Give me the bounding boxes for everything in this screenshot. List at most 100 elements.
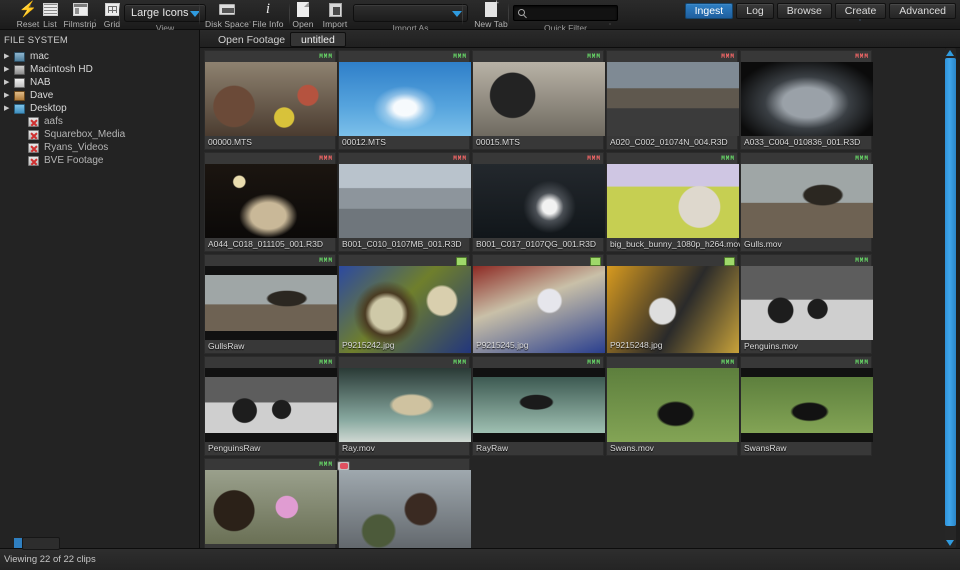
scroll-down-arrow-icon[interactable] xyxy=(946,540,954,546)
clip-preview-image xyxy=(607,164,739,238)
clip-thumbnail[interactable]: MMMSwansRaw xyxy=(740,356,872,456)
format-badge-icon: MMM xyxy=(319,359,333,366)
clip-thumbnail[interactable]: MMMSwans.mov xyxy=(606,356,738,456)
clip-thumbnail[interactable]: MMMPenguins.mov xyxy=(740,254,872,354)
clip-filename: A020_C002_01074N_004.R3D xyxy=(610,137,728,147)
open-document-icon xyxy=(297,1,309,18)
toolbar-button-disk-space[interactable]: Disk Space xyxy=(203,1,251,29)
chevron-down-icon xyxy=(452,11,462,17)
clip-thumbnail[interactable]: P9215245.jpg xyxy=(472,254,604,354)
clip-thumbnail[interactable]: MMM xyxy=(204,458,336,548)
toolbar-button-new-tab[interactable]: New Tab xyxy=(470,1,512,29)
clip-thumbnail[interactable] xyxy=(338,458,470,548)
import-icon xyxy=(329,1,342,18)
format-badge-icon xyxy=(456,257,467,266)
sidebar-item-desktop[interactable]: ▶ Desktop xyxy=(0,102,199,115)
clip-thumbnail[interactable]: MMM RayRaw xyxy=(472,356,604,456)
sidebar-item-nab[interactable]: ▶NAB xyxy=(0,76,199,89)
sidebar-item-label: aafs xyxy=(44,116,63,127)
sidebar-item-mac[interactable]: ▶ mac xyxy=(0,50,199,63)
disclosure-triangle-icon[interactable]: ▶ xyxy=(4,78,14,88)
clip-preview-image xyxy=(205,164,337,238)
clip-thumbnail[interactable]: MMMGullsRaw xyxy=(204,254,336,354)
mode-button-ingest[interactable]: Ingest xyxy=(685,3,734,19)
scrollbar-thumb[interactable] xyxy=(945,58,956,526)
clip-preview-image xyxy=(741,368,873,442)
clip-thumbnail[interactable]: MMM00015.MTS xyxy=(472,50,604,150)
format-badge-icon: MMM xyxy=(453,155,467,162)
sidebar-item-dave[interactable]: ▶Dave xyxy=(0,89,199,102)
clip-thumbnail[interactable]: MMM B001_C010_0107MB_001.R3D xyxy=(338,152,470,252)
status-clip-count: Viewing 22 of 22 clips xyxy=(0,554,96,565)
file-info-icon: i xyxy=(266,1,270,18)
clip-thumbnail[interactable]: MMMA033_C004_010836_001.R3D xyxy=(740,50,872,150)
clip-filename: Swans.mov xyxy=(610,443,654,453)
drive-icon xyxy=(14,78,25,88)
clip-filename: P9215245.jpg xyxy=(476,340,528,350)
file-system-sidebar: FILE SYSTEM ▶mac▶Macintosh HD▶NAB▶Dave▶D… xyxy=(0,30,200,548)
clip-filename: P9215248.jpg xyxy=(610,340,662,350)
clip-grid[interactable]: MMM00000.MTSMMM00012.MTSMMM00015.MTSMMMA… xyxy=(200,48,945,548)
mode-button-create[interactable]: Create xyxy=(835,3,887,19)
clip-preview-image xyxy=(473,368,605,442)
quick-filter-input[interactable] xyxy=(513,5,618,21)
clip-thumbnail[interactable]: MMMGulls.mov xyxy=(740,152,872,252)
import-as-select[interactable] xyxy=(353,4,468,22)
clip-thumbnail[interactable]: MMM00012.MTS xyxy=(338,50,470,150)
clip-thumbnail[interactable]: MMMRay.mov xyxy=(338,356,470,456)
clip-filename: B001_C010_0107MB_001.R3D xyxy=(342,239,462,249)
format-badge-icon: MMM xyxy=(453,53,467,60)
mode-button-log[interactable]: Log xyxy=(736,3,774,19)
toolbar-button-import[interactable]: Import xyxy=(315,1,355,29)
sidebar-item-bve-footage[interactable]: BVE Footage xyxy=(0,154,199,167)
sidebar-item-label: mac xyxy=(30,51,49,62)
tab-untitled[interactable]: untitled xyxy=(290,32,346,47)
clip-preview-image xyxy=(339,164,471,238)
clip-thumbnail[interactable]: MMMPenguinsRaw xyxy=(204,356,336,456)
format-badge-icon xyxy=(724,257,735,266)
view-mode-select[interactable]: Large Icons xyxy=(124,4,206,22)
missing-volume-icon xyxy=(28,156,39,166)
clip-thumbnail[interactable]: MMMA044_C018_011105_001.R3D xyxy=(204,152,336,252)
disclosure-triangle-icon[interactable]: ▶ xyxy=(4,91,14,101)
clip-thumbnail[interactable]: MMMbig_buck_bunny_1080p_h264.mov xyxy=(606,152,738,252)
clip-thumbnail[interactable]: P9215248.jpg xyxy=(606,254,738,354)
toolbar-label-disk-space: Disk Space xyxy=(205,19,249,29)
clip-filename: B001_C017_0107QG_001.R3D xyxy=(476,239,596,249)
toolbar-button-file-info[interactable]: i File Info xyxy=(248,1,288,29)
scroll-up-arrow-icon[interactable] xyxy=(946,50,954,56)
format-badge-icon: MMM xyxy=(855,53,869,60)
disclosure-triangle-icon[interactable]: ▶ xyxy=(4,52,14,62)
status-indicator xyxy=(14,538,22,548)
clip-thumbnail[interactable]: MMMA020_C002_01074N_004.R3D xyxy=(606,50,738,150)
sidebar-item-label: BVE Footage xyxy=(44,155,103,166)
vertical-scrollbar[interactable] xyxy=(945,48,956,548)
clip-preview-image xyxy=(741,266,873,340)
hard-drive-icon xyxy=(14,65,25,75)
sidebar-header: FILE SYSTEM xyxy=(0,32,199,50)
missing-volume-icon xyxy=(28,130,39,140)
disclosure-triangle-icon[interactable]: ▶ xyxy=(4,104,14,114)
format-badge-icon: MMM xyxy=(721,155,735,162)
sidebar-item-label: Desktop xyxy=(30,103,67,114)
tab-open-footage[interactable]: Open Footage xyxy=(208,32,295,47)
sidebar-item-ryans-videos[interactable]: Ryans_Videos xyxy=(0,141,199,154)
missing-volume-icon xyxy=(28,143,39,153)
sidebar-item-aafs[interactable]: aafs xyxy=(0,115,199,128)
view-mode-value: Large Icons xyxy=(131,7,188,19)
sidebar-item-squarebox-media[interactable]: Squarebox_Media xyxy=(0,128,199,141)
format-badge-icon: MMM xyxy=(319,155,333,162)
clip-thumbnail[interactable]: P9215242.jpg xyxy=(338,254,470,354)
mode-button-browse[interactable]: Browse xyxy=(777,3,832,19)
disclosure-triangle-icon[interactable]: ▶ xyxy=(4,65,14,75)
clip-filename: RayRaw xyxy=(476,443,508,453)
sidebar-item-macintosh-hd[interactable]: ▶Macintosh HD xyxy=(0,63,199,76)
clip-thumbnail[interactable]: MMM00000.MTS xyxy=(204,50,336,150)
clip-preview-image xyxy=(473,62,605,136)
format-badge-icon: MMM xyxy=(587,359,601,366)
clip-thumbnail[interactable]: MMMB001_C017_0107QG_001.R3D xyxy=(472,152,604,252)
clip-filename: P9215242.jpg xyxy=(342,340,394,350)
mode-button-advanced[interactable]: Advanced xyxy=(889,3,956,19)
clip-preview-image xyxy=(607,62,739,136)
grid-icon xyxy=(105,1,120,18)
